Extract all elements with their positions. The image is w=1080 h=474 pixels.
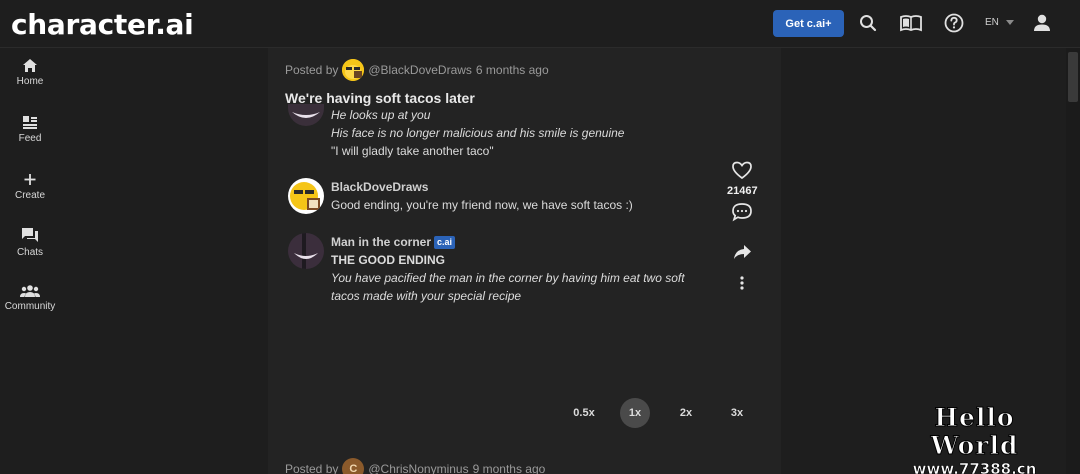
watermark: Hello World www.77388.cn: [897, 403, 1052, 474]
post-meta: Posted by @BlackDoveDraws 6 months ago: [285, 59, 549, 81]
watermark-url: www.77388.cn: [912, 460, 1037, 474]
speed-button[interactable]: 0.5x: [569, 398, 599, 428]
man-avatar: [288, 104, 324, 126]
sidebar-item-label: Chats: [16, 247, 44, 258]
comment-icon[interactable]: [731, 202, 753, 222]
message-author: Man in the corner: [331, 235, 432, 249]
more-action[interactable]: [727, 275, 757, 296]
user-avatar: [288, 178, 324, 214]
feed-icon: [23, 116, 37, 129]
heart-icon[interactable]: [731, 160, 753, 180]
message-body: He looks up at you His face is no longer…: [331, 106, 711, 160]
share-icon[interactable]: [732, 243, 752, 261]
chevron-down-icon[interactable]: [1006, 20, 1014, 25]
message-text: Good ending, you're my friend now, we ha…: [331, 198, 633, 212]
post-time: 6 months ago: [475, 63, 549, 77]
sidebar-item-feed[interactable]: Feed: [0, 115, 60, 144]
cai-badge: c.ai: [434, 236, 456, 249]
sidebar-item-chats[interactable]: Chats: [0, 227, 60, 258]
speed-button[interactable]: 2x: [671, 398, 701, 428]
book-icon[interactable]: [898, 12, 924, 34]
get-cai-plus-button[interactable]: Get c.ai+: [773, 10, 844, 37]
post-author[interactable]: @BlackDoveDraws: [368, 63, 472, 77]
next-post-meta: Posted by C @ChrisNonyminus 9 months ago: [285, 458, 545, 474]
sidebar-item-home[interactable]: Home: [0, 58, 60, 87]
watermark-title: Hello World: [930, 403, 1019, 460]
chat-icon: [22, 228, 38, 242]
scrollbar[interactable]: [1066, 48, 1080, 474]
sidebar-item-create[interactable]: Create: [0, 172, 60, 201]
message-body: Man in the corner c.ai THE GOOD ENDING Yo…: [331, 233, 711, 305]
message-line: "I will gladly take another taco": [331, 144, 494, 158]
comment-action[interactable]: [727, 202, 757, 227]
home-icon: [23, 59, 37, 72]
speed-button-active[interactable]: 1x: [620, 398, 650, 428]
speed-button[interactable]: 3x: [722, 398, 752, 428]
logo[interactable]: character.ai: [11, 8, 194, 41]
message-body: BlackDoveDraws Good ending, you're my fr…: [331, 178, 711, 214]
help-icon[interactable]: [943, 12, 965, 34]
scrollbar-thumb[interactable]: [1068, 52, 1078, 102]
author-avatar[interactable]: [342, 59, 365, 81]
character-avatar: [288, 233, 324, 269]
post-time: 9 months ago: [472, 462, 546, 474]
plus-icon: [24, 174, 36, 185]
community-icon: [20, 285, 40, 297]
sidebar-item-community[interactable]: Community: [0, 284, 60, 312]
post-author[interactable]: @ChrisNonyminus: [368, 462, 468, 474]
more-icon[interactable]: [739, 275, 745, 291]
message-heading: THE GOOD ENDING: [331, 253, 446, 267]
profile-icon[interactable]: [1031, 12, 1053, 34]
sidebar: Home Feed Create Chats Community: [0, 48, 60, 474]
posted-by-label: Posted by: [285, 63, 339, 77]
feed-panel: Posted by @BlackDoveDraws 6 months ago W…: [268, 48, 781, 474]
sidebar-item-label: Feed: [18, 133, 42, 144]
message-line: His face is no longer malicious and his …: [331, 126, 625, 140]
like-action[interactable]: 21467: [727, 160, 758, 197]
message-author-row: Man in the corner c.ai: [331, 233, 711, 251]
sidebar-item-label: Create: [14, 190, 45, 201]
message-line: He looks up at you: [331, 108, 431, 122]
sidebar-item-label: Home: [16, 76, 44, 87]
language-selector[interactable]: EN: [985, 17, 999, 28]
posted-by-label: Posted by: [285, 462, 339, 474]
sidebar-item-label: Community: [4, 301, 56, 312]
message-text: You have pacified the man in the corner …: [331, 271, 685, 303]
search-icon[interactable]: [857, 12, 879, 34]
author-avatar[interactable]: C: [342, 458, 365, 474]
like-count: 21467: [727, 185, 758, 197]
top-bar: character.ai Get c.ai+ EN: [0, 0, 1080, 48]
message-author: BlackDoveDraws: [331, 180, 429, 194]
share-action[interactable]: [727, 243, 757, 266]
